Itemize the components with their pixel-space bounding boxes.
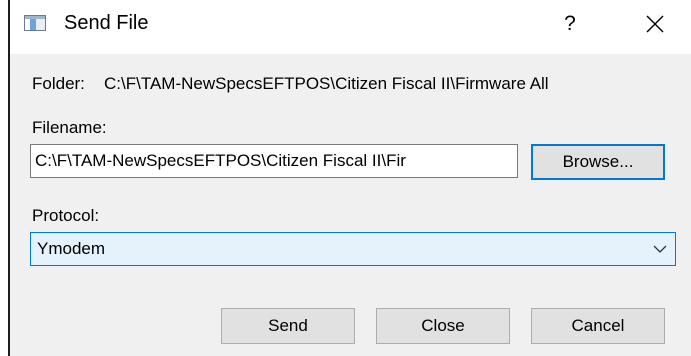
window-title: Send File: [64, 12, 149, 34]
filename-input[interactable]: [30, 144, 518, 178]
send-file-dialog: Send File ? Folder: C:\F\TAM-NewSpecsEFT…: [10, 0, 691, 356]
protocol-selected-value: Ymodem: [37, 239, 106, 258]
close-icon: [646, 15, 664, 33]
close-window-button[interactable]: [634, 8, 676, 40]
window-app-icon: [24, 15, 46, 31]
browse-button[interactable]: Browse...: [531, 144, 665, 180]
protocol-dropdown[interactable]: Ymodem: [30, 232, 676, 266]
cancel-button[interactable]: Cancel: [531, 308, 665, 344]
close-button[interactable]: Close: [376, 308, 510, 344]
protocol-label: Protocol:: [32, 206, 100, 225]
chevron-down-icon: [653, 245, 667, 253]
title-bar[interactable]: Send File ?: [10, 0, 691, 54]
folder-path: C:\F\TAM-NewSpecsEFTPOS\Citizen Fiscal I…: [104, 74, 549, 93]
filename-label: Filename:: [32, 118, 107, 137]
folder-label: Folder:: [32, 74, 85, 93]
help-button[interactable]: ?: [550, 8, 590, 40]
send-button[interactable]: Send: [221, 308, 355, 344]
